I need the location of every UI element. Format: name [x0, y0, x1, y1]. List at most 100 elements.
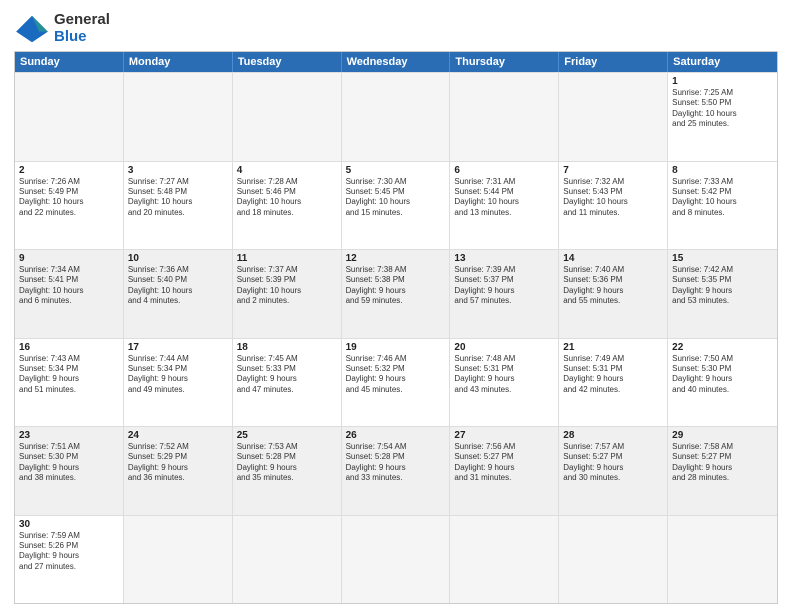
- day-number: 2: [19, 165, 119, 176]
- day-number: 9: [19, 253, 119, 264]
- day-number: 15: [672, 253, 773, 264]
- calendar-row: 16Sunrise: 7:43 AM Sunset: 5:34 PM Dayli…: [15, 338, 777, 427]
- calendar-header: SundayMondayTuesdayWednesdayThursdayFrid…: [15, 52, 777, 72]
- weekday-header: Sunday: [15, 52, 124, 72]
- day-number: 19: [346, 342, 446, 353]
- calendar-cell: 26Sunrise: 7:54 AM Sunset: 5:28 PM Dayli…: [342, 427, 451, 515]
- cell-daylight-info: Sunrise: 7:57 AM Sunset: 5:27 PM Dayligh…: [563, 442, 663, 484]
- cell-daylight-info: Sunrise: 7:46 AM Sunset: 5:32 PM Dayligh…: [346, 354, 446, 396]
- cell-daylight-info: Sunrise: 7:54 AM Sunset: 5:28 PM Dayligh…: [346, 442, 446, 484]
- day-number: 16: [19, 342, 119, 353]
- cell-daylight-info: Sunrise: 7:26 AM Sunset: 5:49 PM Dayligh…: [19, 177, 119, 219]
- cell-daylight-info: Sunrise: 7:52 AM Sunset: 5:29 PM Dayligh…: [128, 442, 228, 484]
- calendar-cell: 29Sunrise: 7:58 AM Sunset: 5:27 PM Dayli…: [668, 427, 777, 515]
- calendar-row: 23Sunrise: 7:51 AM Sunset: 5:30 PM Dayli…: [15, 426, 777, 515]
- cell-daylight-info: Sunrise: 7:58 AM Sunset: 5:27 PM Dayligh…: [672, 442, 773, 484]
- day-number: 8: [672, 165, 773, 176]
- calendar-cell: 30Sunrise: 7:59 AM Sunset: 5:26 PM Dayli…: [15, 516, 124, 604]
- calendar: SundayMondayTuesdayWednesdayThursdayFrid…: [14, 51, 778, 604]
- cell-daylight-info: Sunrise: 7:53 AM Sunset: 5:28 PM Dayligh…: [237, 442, 337, 484]
- weekday-header: Thursday: [450, 52, 559, 72]
- day-number: 28: [563, 430, 663, 441]
- calendar-cell: [124, 73, 233, 161]
- calendar-cell: 2Sunrise: 7:26 AM Sunset: 5:49 PM Daylig…: [15, 162, 124, 250]
- day-number: 13: [454, 253, 554, 264]
- calendar-cell: 19Sunrise: 7:46 AM Sunset: 5:32 PM Dayli…: [342, 339, 451, 427]
- day-number: 10: [128, 253, 228, 264]
- calendar-cell: 20Sunrise: 7:48 AM Sunset: 5:31 PM Dayli…: [450, 339, 559, 427]
- logo-icon: [14, 14, 50, 44]
- calendar-cell: 10Sunrise: 7:36 AM Sunset: 5:40 PM Dayli…: [124, 250, 233, 338]
- calendar-cell: 27Sunrise: 7:56 AM Sunset: 5:27 PM Dayli…: [450, 427, 559, 515]
- weekday-header: Tuesday: [233, 52, 342, 72]
- cell-daylight-info: Sunrise: 7:44 AM Sunset: 5:34 PM Dayligh…: [128, 354, 228, 396]
- day-number: 21: [563, 342, 663, 353]
- day-number: 7: [563, 165, 663, 176]
- cell-daylight-info: Sunrise: 7:36 AM Sunset: 5:40 PM Dayligh…: [128, 265, 228, 307]
- calendar-cell: 13Sunrise: 7:39 AM Sunset: 5:37 PM Dayli…: [450, 250, 559, 338]
- calendar-cell: 1Sunrise: 7:25 AM Sunset: 5:50 PM Daylig…: [668, 73, 777, 161]
- cell-daylight-info: Sunrise: 7:34 AM Sunset: 5:41 PM Dayligh…: [19, 265, 119, 307]
- cell-daylight-info: Sunrise: 7:49 AM Sunset: 5:31 PM Dayligh…: [563, 354, 663, 396]
- page: General Blue SundayMondayTuesdayWednesda…: [0, 0, 792, 612]
- calendar-cell: [233, 516, 342, 604]
- cell-daylight-info: Sunrise: 7:48 AM Sunset: 5:31 PM Dayligh…: [454, 354, 554, 396]
- calendar-cell: 25Sunrise: 7:53 AM Sunset: 5:28 PM Dayli…: [233, 427, 342, 515]
- day-number: 17: [128, 342, 228, 353]
- calendar-cell: [668, 516, 777, 604]
- cell-daylight-info: Sunrise: 7:33 AM Sunset: 5:42 PM Dayligh…: [672, 177, 773, 219]
- cell-daylight-info: Sunrise: 7:27 AM Sunset: 5:48 PM Dayligh…: [128, 177, 228, 219]
- day-number: 26: [346, 430, 446, 441]
- day-number: 29: [672, 430, 773, 441]
- cell-daylight-info: Sunrise: 7:42 AM Sunset: 5:35 PM Dayligh…: [672, 265, 773, 307]
- day-number: 4: [237, 165, 337, 176]
- calendar-cell: 4Sunrise: 7:28 AM Sunset: 5:46 PM Daylig…: [233, 162, 342, 250]
- calendar-cell: [450, 73, 559, 161]
- day-number: 14: [563, 253, 663, 264]
- weekday-header: Friday: [559, 52, 668, 72]
- day-number: 20: [454, 342, 554, 353]
- calendar-cell: 18Sunrise: 7:45 AM Sunset: 5:33 PM Dayli…: [233, 339, 342, 427]
- day-number: 18: [237, 342, 337, 353]
- cell-daylight-info: Sunrise: 7:45 AM Sunset: 5:33 PM Dayligh…: [237, 354, 337, 396]
- calendar-cell: [342, 516, 451, 604]
- calendar-cell: 23Sunrise: 7:51 AM Sunset: 5:30 PM Dayli…: [15, 427, 124, 515]
- calendar-cell: 5Sunrise: 7:30 AM Sunset: 5:45 PM Daylig…: [342, 162, 451, 250]
- calendar-row: 9Sunrise: 7:34 AM Sunset: 5:41 PM Daylig…: [15, 249, 777, 338]
- calendar-cell: 8Sunrise: 7:33 AM Sunset: 5:42 PM Daylig…: [668, 162, 777, 250]
- day-number: 27: [454, 430, 554, 441]
- cell-daylight-info: Sunrise: 7:28 AM Sunset: 5:46 PM Dayligh…: [237, 177, 337, 219]
- calendar-cell: 9Sunrise: 7:34 AM Sunset: 5:41 PM Daylig…: [15, 250, 124, 338]
- cell-daylight-info: Sunrise: 7:40 AM Sunset: 5:36 PM Dayligh…: [563, 265, 663, 307]
- day-number: 30: [19, 519, 119, 530]
- calendar-cell: 14Sunrise: 7:40 AM Sunset: 5:36 PM Dayli…: [559, 250, 668, 338]
- calendar-cell: 7Sunrise: 7:32 AM Sunset: 5:43 PM Daylig…: [559, 162, 668, 250]
- calendar-cell: [124, 516, 233, 604]
- day-number: 25: [237, 430, 337, 441]
- calendar-cell: [559, 516, 668, 604]
- calendar-row: 30Sunrise: 7:59 AM Sunset: 5:26 PM Dayli…: [15, 515, 777, 604]
- cell-daylight-info: Sunrise: 7:50 AM Sunset: 5:30 PM Dayligh…: [672, 354, 773, 396]
- cell-daylight-info: Sunrise: 7:38 AM Sunset: 5:38 PM Dayligh…: [346, 265, 446, 307]
- day-number: 3: [128, 165, 228, 176]
- calendar-cell: 3Sunrise: 7:27 AM Sunset: 5:48 PM Daylig…: [124, 162, 233, 250]
- calendar-cell: [559, 73, 668, 161]
- cell-daylight-info: Sunrise: 7:30 AM Sunset: 5:45 PM Dayligh…: [346, 177, 446, 219]
- day-number: 1: [672, 76, 773, 87]
- cell-daylight-info: Sunrise: 7:37 AM Sunset: 5:39 PM Dayligh…: [237, 265, 337, 307]
- logo-text: General Blue: [54, 12, 110, 45]
- weekday-header: Wednesday: [342, 52, 451, 72]
- cell-daylight-info: Sunrise: 7:56 AM Sunset: 5:27 PM Dayligh…: [454, 442, 554, 484]
- day-number: 11: [237, 253, 337, 264]
- calendar-cell: [450, 516, 559, 604]
- weekday-header: Saturday: [668, 52, 777, 72]
- calendar-cell: 17Sunrise: 7:44 AM Sunset: 5:34 PM Dayli…: [124, 339, 233, 427]
- calendar-row: 2Sunrise: 7:26 AM Sunset: 5:49 PM Daylig…: [15, 161, 777, 250]
- calendar-cell: [233, 73, 342, 161]
- calendar-body: 1Sunrise: 7:25 AM Sunset: 5:50 PM Daylig…: [15, 72, 777, 603]
- day-number: 23: [19, 430, 119, 441]
- calendar-cell: 6Sunrise: 7:31 AM Sunset: 5:44 PM Daylig…: [450, 162, 559, 250]
- calendar-row: 1Sunrise: 7:25 AM Sunset: 5:50 PM Daylig…: [15, 72, 777, 161]
- cell-daylight-info: Sunrise: 7:39 AM Sunset: 5:37 PM Dayligh…: [454, 265, 554, 307]
- calendar-cell: 15Sunrise: 7:42 AM Sunset: 5:35 PM Dayli…: [668, 250, 777, 338]
